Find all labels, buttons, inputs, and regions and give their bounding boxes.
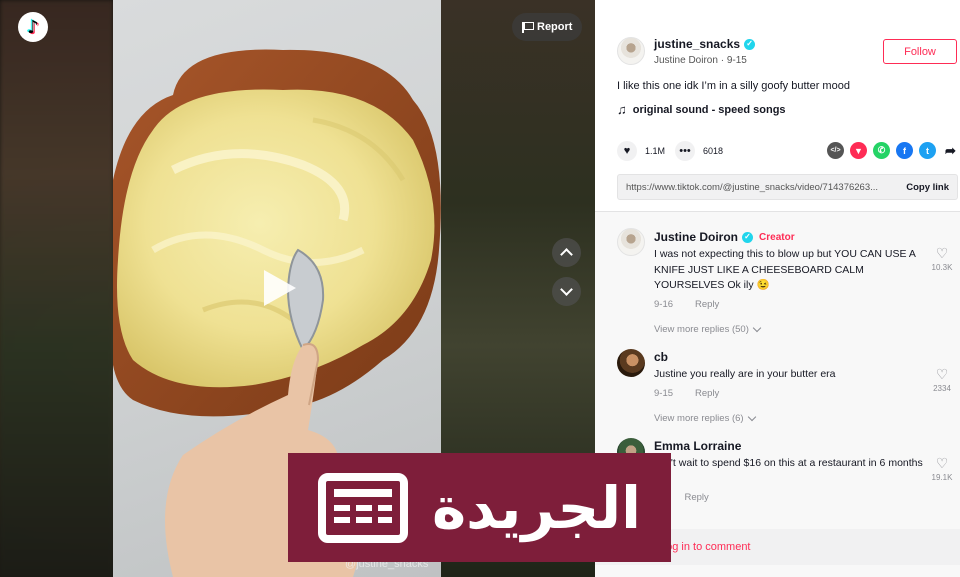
post-caption: I like this one idk I’m in a silly goofy… [617,80,850,92]
video-url[interactable]: https://www.tiktok.com/@justine_snacks/v… [626,182,888,193]
comment-icon: ••• [675,141,695,161]
newspaper-wordmark: الجريدة [431,473,641,542]
avatar[interactable] [617,349,645,377]
report-button[interactable]: Report [512,13,583,41]
twitter-icon[interactable]: t [919,142,936,159]
comment-text: Justine you really are in your butter er… [654,368,836,380]
copy-link-box: https://www.tiktok.com/@justine_snacks/v… [617,174,958,200]
sound-name: original sound - speed songs [632,103,786,116]
facebook-icon[interactable]: f [896,142,913,159]
share-more-icon[interactable]: ➦ [942,142,959,159]
comment-author-name: Emma Lorraine [654,439,742,453]
play-icon[interactable] [264,270,296,306]
view-replies-button[interactable]: View more replies (6) [654,412,756,424]
sound-link[interactable]: ♫ original sound - speed songs [617,102,786,117]
comment-author-name: Justine Doiron [654,230,739,244]
author-username[interactable]: justine_snacks ✓ [654,37,756,51]
video-background-blur-left [0,0,113,577]
heart-outline-icon: ♡ [935,455,949,471]
heart-outline-icon: ♡ [935,366,949,382]
view-replies-button[interactable]: View more replies (50) [654,323,762,335]
chevron-down-icon [560,283,573,296]
send-to-friends-icon[interactable]: ▼ [850,142,867,159]
heart-icon: ♥ [617,141,637,161]
heart-outline-icon: ♡ [935,245,949,261]
verified-icon: ✓ [744,38,756,50]
comment-author-name: cb [654,350,669,364]
comment-stat[interactable]: ••• 6018 [675,141,723,161]
comment-like-count: 19.1K [931,473,953,482]
like-count: 1.1M [645,146,666,156]
comment-author[interactable]: Emma Lorraine [654,439,741,453]
whatsapp-icon[interactable]: ✆ [873,142,890,159]
comment-like-button[interactable]: ♡ 10.3K [929,246,955,272]
creator-badge: Creator [759,231,795,243]
view-replies-label: View more replies (6) [654,413,744,424]
comment-like-count: 10.3K [931,263,953,272]
embed-icon[interactable]: </> [827,142,844,159]
flag-icon [522,21,534,33]
previous-video-button[interactable] [552,238,581,267]
comment-like-count: 2334 [933,384,951,393]
verified-icon: ✓ [742,231,754,243]
reply-button[interactable]: Reply [695,388,719,399]
post-date: 9-15 [726,55,747,66]
chevron-up-icon [560,248,573,261]
comment-author[interactable]: Justine Doiron ✓ Creator [654,230,795,244]
comment-date: 9-15 [654,388,674,399]
newspaper-watermark-banner: الجريدة [288,453,671,562]
tiktok-logo-icon[interactable]: ♪ [18,12,48,42]
comment-like-button[interactable]: ♡ 19.1K [929,456,955,482]
comment-text: can't wait to spend $16 on this at a res… [654,457,923,485]
follow-button[interactable]: Follow [883,39,957,64]
chevron-down-icon [752,323,762,333]
like-stat[interactable]: ♥ 1.1M [617,141,665,161]
report-label: Report [537,21,573,33]
avatar[interactable] [617,37,645,65]
chevron-down-icon [747,412,756,422]
comment-text: I was not expecting this to blow up but … [654,248,916,291]
music-note-icon: ♫ [617,102,627,117]
author-username-text: justine_snacks [654,37,741,51]
reply-button[interactable]: Reply [684,492,708,503]
comment-meta: 9-16 Reply [654,299,719,310]
copy-link-button[interactable]: Copy link [906,182,949,193]
view-replies-label: View more replies (50) [654,324,749,335]
comment-like-button[interactable]: ♡ 2334 [929,367,955,393]
comment-meta: 9-15 Reply [654,388,719,399]
next-video-button[interactable] [552,277,581,306]
author-display-name: Justine Doiron [654,55,718,66]
reply-button[interactable]: Reply [695,299,719,310]
comment-date: 9-16 [654,299,674,310]
avatar[interactable] [617,228,645,256]
newspaper-icon [318,472,408,543]
comment-author[interactable]: cb [654,350,668,364]
author-subline: Justine Doiron · 9-15 [654,55,747,66]
share-row: </> ▼ ✆ f t ➦ [827,142,959,159]
comment-count: 6018 [703,146,724,156]
